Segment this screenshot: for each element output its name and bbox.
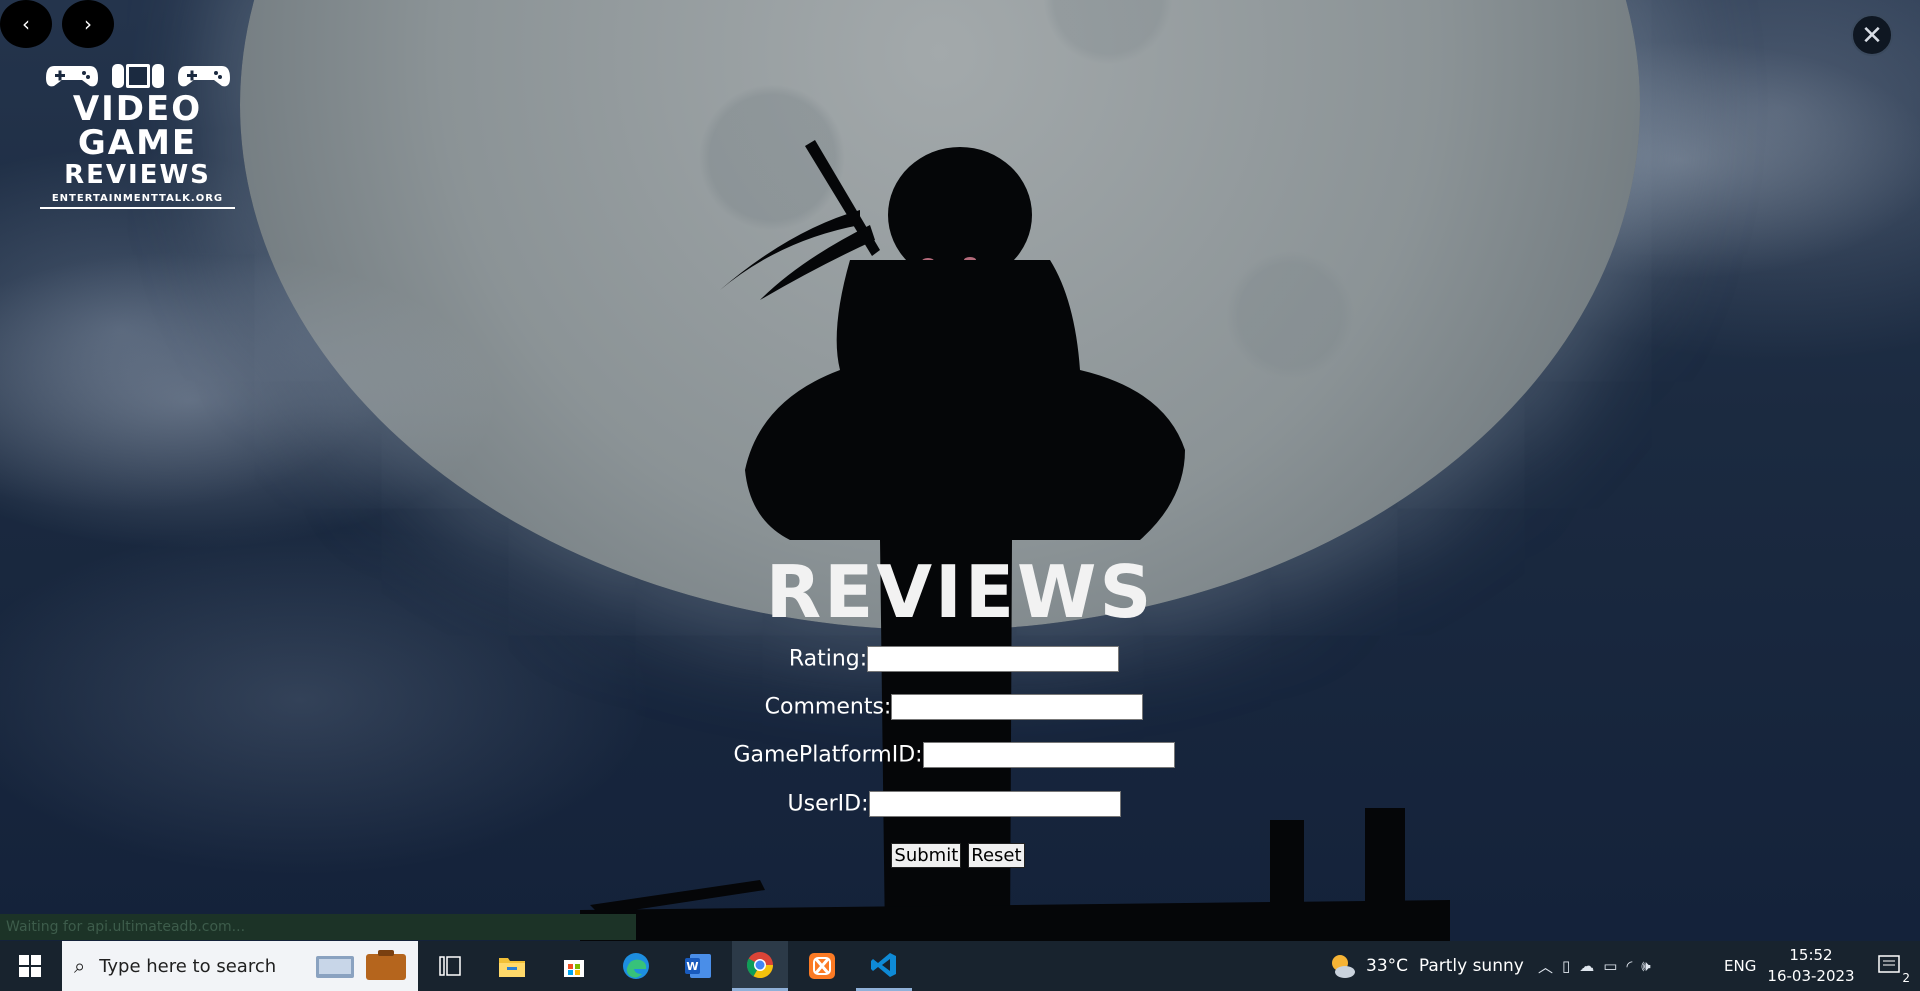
switch-console-icon xyxy=(111,64,164,88)
language-indicator[interactable]: ENG xyxy=(1724,941,1756,991)
browser-status-bar: Waiting for api.ultimateadb.com... xyxy=(0,914,636,940)
search-placeholder: Type here to search xyxy=(99,955,277,977)
system-tray: ︿ ▯ ☁ ▭ ◜ 🕪 xyxy=(1538,941,1651,991)
game-platform-id-input[interactable] xyxy=(922,742,1175,768)
edge-icon[interactable] xyxy=(608,941,664,991)
page-title: REVIEWS xyxy=(765,550,1155,634)
user-id-row: UserID: xyxy=(0,791,1914,817)
file-explorer-icon[interactable] xyxy=(484,941,540,991)
volume-icon[interactable]: 🕪 xyxy=(1641,957,1650,975)
user-id-label: UserID: xyxy=(787,791,869,817)
game-platform-id-label: GamePlatformID: xyxy=(733,742,923,768)
game-platform-id-row: GamePlatformID: xyxy=(0,742,1914,768)
clock-time: 15:52 xyxy=(1789,946,1833,964)
taskbar: ⌕ Type here to search W 33°C Partly sunn… xyxy=(0,941,1920,991)
comments-row: Comments: xyxy=(0,694,1914,720)
previous-button[interactable]: ‹ xyxy=(0,0,52,48)
comments-label: Comments: xyxy=(764,694,892,720)
onedrive-icon[interactable]: ☁ xyxy=(1579,957,1594,975)
notification-center-icon[interactable]: 2 xyxy=(1866,941,1916,991)
submit-button[interactable]: Submit xyxy=(891,843,962,868)
vscode-icon[interactable] xyxy=(856,941,912,991)
site-logo: VIDEO GAME REVIEWS ENTERTAINMENTTALK.ORG xyxy=(40,60,235,209)
logo-text-video: VIDEO xyxy=(72,89,203,129)
search-highlight-icon xyxy=(316,950,406,980)
gamepad-icon xyxy=(45,66,98,87)
taskbar-search[interactable]: ⌕ Type here to search xyxy=(62,941,418,991)
logo-text-reviews: REVIEWS xyxy=(64,160,211,190)
reset-button[interactable]: Reset xyxy=(968,843,1025,868)
gamepad-icon xyxy=(177,66,230,87)
clock-date: 16-03-2023 xyxy=(1767,967,1855,985)
word-icon[interactable]: W xyxy=(670,941,726,991)
next-button[interactable]: › xyxy=(62,0,114,48)
close-button[interactable]: ✕ xyxy=(1851,14,1893,56)
notification-count: 2 xyxy=(1902,971,1910,985)
controller-icons xyxy=(40,60,235,90)
partly-sunny-icon xyxy=(1332,955,1355,978)
task-view-icon[interactable] xyxy=(422,941,478,991)
form-buttons: Submit Reset xyxy=(0,842,1918,868)
svg-text:W: W xyxy=(686,960,698,973)
taskbar-clock[interactable]: 15:52 16-03-2023 xyxy=(1766,945,1856,987)
rating-row: Rating: xyxy=(0,646,1914,672)
chrome-icon[interactable] xyxy=(732,941,788,991)
logo-text-game: GAME xyxy=(77,123,198,163)
user-id-input[interactable] xyxy=(868,791,1121,817)
device-icon[interactable]: ▯ xyxy=(1562,957,1570,975)
rating-input[interactable] xyxy=(867,646,1120,672)
rating-label: Rating: xyxy=(788,646,868,672)
wifi-icon[interactable]: ◜ xyxy=(1626,957,1632,975)
microsoft-store-icon[interactable] xyxy=(546,941,602,991)
xampp-icon[interactable] xyxy=(794,941,850,991)
weather-temperature: 33°C xyxy=(1366,956,1409,976)
chevron-up-icon[interactable]: ︿ xyxy=(1538,956,1553,977)
start-icon[interactable] xyxy=(2,941,58,991)
comments-input[interactable] xyxy=(891,694,1144,720)
battery-icon[interactable]: ▭ xyxy=(1603,957,1617,975)
weather-widget[interactable]: 33°C Partly sunny xyxy=(1328,941,1524,991)
weather-description: Partly sunny xyxy=(1418,956,1524,976)
search-icon: ⌕ xyxy=(74,954,86,978)
logo-domain: ENTERTAINMENTTALK.ORG xyxy=(40,194,235,209)
